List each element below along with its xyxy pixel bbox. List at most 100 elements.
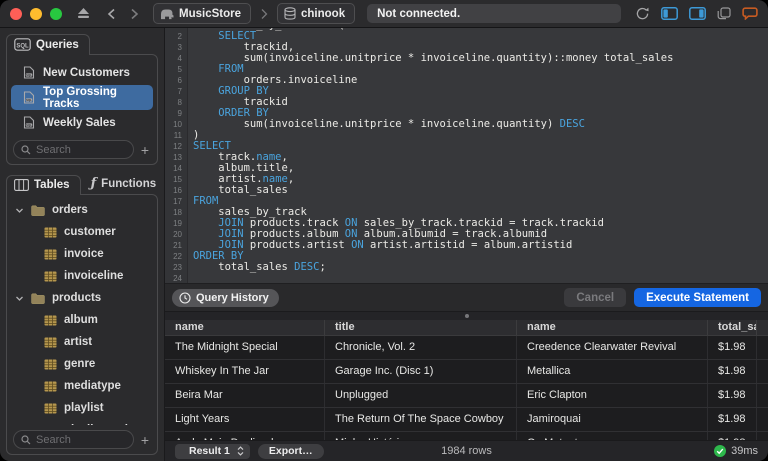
tab-queries[interactable]: SQL Queries [6,34,90,55]
query-item[interactable]: SQL Weekly Sales [11,110,153,135]
code-line: 21 JOIN products.artist ON artist.artist… [165,240,768,251]
table-icon [44,359,57,370]
query-duration: 39ms [731,445,758,457]
table-cell[interactable]: Ando Meio Desligado [165,432,325,440]
table-cell[interactable]: $1.98 [708,360,757,383]
table-cell[interactable]: Chronicle, Vol. 2 [325,336,517,359]
sql-editor[interactable]: 1WITH sales_by_track AS (2 SELECT3 track… [165,28,768,283]
close-window-button[interactable] [10,8,22,20]
code-line: 16 total_sales [165,185,768,196]
chevron-down-icon[interactable] [15,294,24,303]
column-header[interactable]: name [165,320,325,335]
table-search-box[interactable] [13,430,134,449]
svg-text:SQL: SQL [26,123,32,127]
feedback-chat-icon[interactable] [742,7,758,20]
table-cell[interactable]: Unplugged [325,384,517,407]
code-text: orders.invoiceline [187,75,768,86]
reload-icon[interactable] [635,6,650,21]
tables-panel: orders customer invoice invoiceline prod… [6,194,158,455]
toggle-left-panel-icon[interactable] [661,7,678,20]
tree-item-label: genre [64,358,95,370]
tab-tables[interactable]: Tables [6,175,81,195]
table-cell[interactable]: $1.98 [708,432,757,440]
toggle-right-panel-icon[interactable] [689,7,706,20]
line-number: 24 [165,273,187,283]
tree-item-label: customer [64,226,116,238]
line-number: 14 [165,163,187,174]
table-icon [44,271,57,282]
table-row[interactable]: Whiskey In The JarGarage Inc. (Disc 1)Me… [165,360,768,384]
query-item[interactable]: SQL Top Grossing Tracks [11,85,153,110]
results-splitter[interactable] [165,311,768,320]
result-selector[interactable]: Result 1 [175,444,250,459]
cancel-button[interactable]: Cancel [564,288,626,307]
tree-item-invoiceline[interactable]: invoiceline [11,265,153,287]
column-header[interactable]: total_sales [708,320,757,335]
tree-item-album[interactable]: album [11,309,153,331]
tab-functions[interactable]: ƒ Functions [81,175,167,194]
minimize-window-button[interactable] [30,8,42,20]
column-header[interactable]: name [517,320,708,335]
table-cell[interactable]: The Return Of The Space Cowboy [325,408,517,431]
disconnect-icon[interactable] [76,7,91,20]
tree-item-artist[interactable]: artist [11,331,153,353]
query-item[interactable]: SQL New Customers [11,60,153,85]
results-body: The Midnight SpecialChronicle, Vol. 2Cre… [165,336,768,440]
tree-item-playlist[interactable]: playlist [11,397,153,419]
windows-icon[interactable] [717,7,731,20]
table-row[interactable]: Ando Meio DesligadoMinha HistóriaOs Muta… [165,432,768,440]
table-search-input[interactable] [36,434,126,446]
tree-item-playlisttrack[interactable]: playlisttrack [11,419,153,425]
table-cell[interactable]: Minha História [325,432,517,440]
results-area: nametitlenametotal_sales The Midnight Sp… [165,320,768,440]
database-button[interactable]: chinook [277,3,355,24]
table-cell[interactable]: Garage Inc. (Disc 1) [325,360,517,383]
code-text: sum(invoiceline.unitprice * invoiceline.… [187,53,768,64]
table-cell[interactable]: Jamiroquai [517,408,708,431]
add-query-button[interactable]: + [139,143,151,157]
tab-functions-label: Functions [101,178,156,190]
tree-item-orders[interactable]: orders [11,199,153,221]
query-search-box[interactable] [13,140,134,159]
export-button[interactable]: Export… [258,444,324,459]
tab-tables-label: Tables [34,179,70,191]
tree-item-label: products [52,292,101,304]
tree-item-customer[interactable]: customer [11,221,153,243]
table-cell[interactable]: Metallica [517,360,708,383]
query-search-input[interactable] [36,144,126,156]
table-row[interactable]: Beira MarUnpluggedEric Clapton$1.98 [165,384,768,408]
tree-item-products[interactable]: products [11,287,153,309]
table-cell[interactable]: Whiskey In The Jar [165,360,325,383]
table-cell[interactable]: $1.98 [708,384,757,407]
column-header-filler [757,320,768,335]
code-text: total_sales [187,185,768,196]
forward-icon[interactable] [130,8,139,20]
zoom-window-button[interactable] [50,8,62,20]
connection-button[interactable]: MusicStore [153,3,251,24]
line-number: 10 [165,119,187,130]
table-cell[interactable]: $1.98 [708,336,757,359]
breadcrumb-separator-icon [255,8,273,20]
table-cell[interactable]: Os Mutantes [517,432,708,440]
function-icon: ƒ [91,178,97,190]
tree-item-mediatype[interactable]: mediatype [11,375,153,397]
result-selector-label: Result 1 [189,445,230,457]
table-row[interactable]: Light YearsThe Return Of The Space Cowbo… [165,408,768,432]
column-header[interactable]: title [325,320,517,335]
table-cell[interactable]: Beira Mar [165,384,325,407]
back-icon[interactable] [107,8,116,20]
query-history-button[interactable]: Query History [172,289,279,307]
table-cell[interactable]: Creedence Clearwater Revival [517,336,708,359]
table-cell[interactable]: Light Years [165,408,325,431]
table-cell[interactable]: $1.98 [708,408,757,431]
chevron-down-icon[interactable] [15,206,24,215]
tree-item-label: artist [64,336,92,348]
connection-status-bar: Not connected. [367,4,621,23]
table-cell[interactable]: The Midnight Special [165,336,325,359]
tree-item-genre[interactable]: genre [11,353,153,375]
tree-item-invoice[interactable]: invoice [11,243,153,265]
table-row[interactable]: The Midnight SpecialChronicle, Vol. 2Cre… [165,336,768,360]
add-table-button[interactable]: + [139,433,151,447]
execute-statement-button[interactable]: Execute Statement [634,288,761,307]
table-cell[interactable]: Eric Clapton [517,384,708,407]
